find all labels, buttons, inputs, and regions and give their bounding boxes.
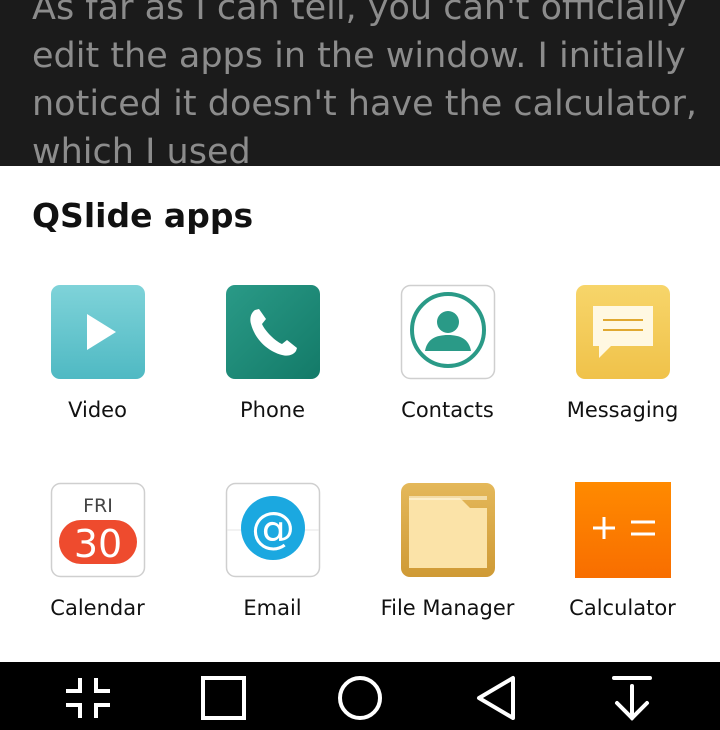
app-file-manager[interactable]: File Manager [360, 482, 535, 634]
back-triangle-icon[interactable] [466, 672, 526, 724]
qslide-collapse-icon[interactable] [58, 672, 118, 724]
qslide-apps-sheet: QSlide apps Video Phone Contacts Messagi… [0, 166, 720, 662]
calculator-icon [574, 482, 671, 578]
app-label: Messaging [566, 398, 679, 422]
app-calculator[interactable]: Calculator [535, 482, 710, 634]
video-play-icon [50, 284, 146, 380]
home-circle-icon[interactable] [330, 672, 390, 724]
navigation-bar [0, 662, 720, 730]
recents-square-icon[interactable] [194, 672, 254, 724]
app-email[interactable]: @ Email [185, 482, 360, 634]
phone-handset-icon [225, 284, 321, 380]
app-label: Contacts [401, 398, 494, 422]
calendar-icon: FRI 30 [50, 482, 146, 578]
calendar-date-text: 30 [73, 522, 121, 566]
app-label: Calendar [50, 596, 145, 620]
at-sign-icon: @ [225, 482, 321, 578]
at-glyph: @ [251, 503, 295, 554]
app-grid: Video Phone Contacts Messaging FRI 30 Ca… [10, 284, 710, 634]
folder-icon [400, 482, 496, 578]
app-contacts[interactable]: Contacts [360, 284, 535, 482]
app-label: Email [243, 596, 302, 620]
sheet-title: QSlide apps [32, 196, 254, 235]
notification-pull-down-icon[interactable] [602, 672, 662, 724]
background-article-text: As far as I can tell, you can't official… [32, 0, 698, 166]
app-phone[interactable]: Phone [185, 284, 360, 482]
app-label: Phone [239, 398, 306, 422]
app-label: Video [68, 398, 127, 422]
app-calendar[interactable]: FRI 30 Calendar [10, 482, 185, 634]
contacts-person-icon [400, 284, 496, 380]
app-label: Calculator [569, 596, 676, 620]
app-video[interactable]: Video [10, 284, 185, 482]
message-bubble-icon [575, 284, 671, 380]
app-messaging[interactable]: Messaging [535, 284, 710, 482]
calendar-day-text: FRI [83, 495, 113, 517]
app-label: File Manager [380, 596, 515, 620]
